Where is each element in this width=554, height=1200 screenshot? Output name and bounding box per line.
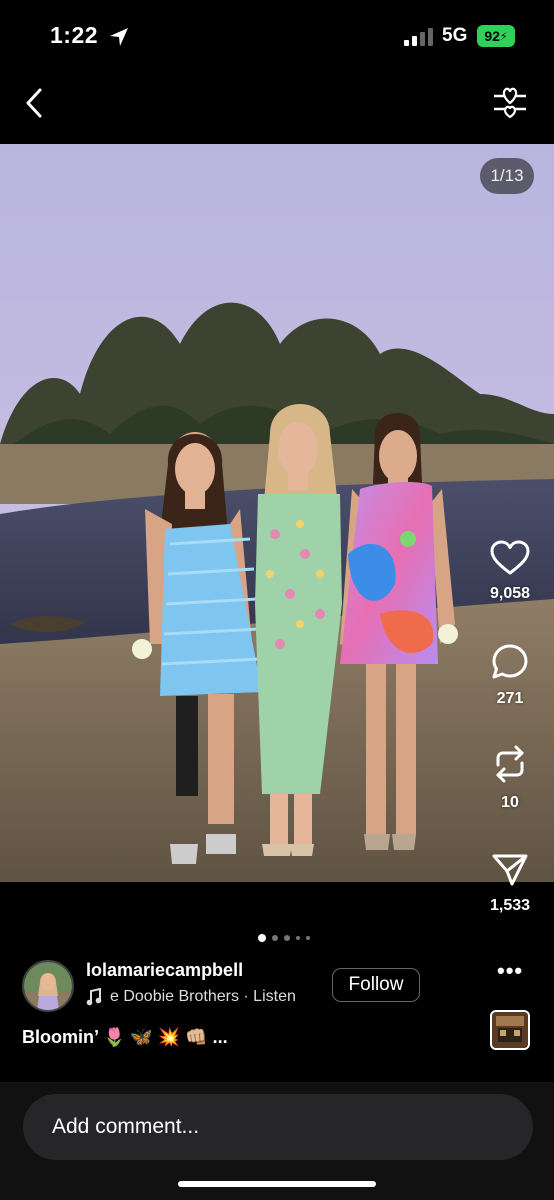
back-chevron-icon (26, 88, 42, 118)
heart-icon (490, 540, 530, 575)
comment-button[interactable]: 271 (480, 643, 540, 708)
image-counter: 1/13 (480, 158, 534, 194)
repost-icon (496, 745, 524, 783)
follow-button[interactable]: Follow (332, 968, 420, 1002)
comment-count: 271 (496, 690, 524, 707)
back-button[interactable] (20, 86, 50, 120)
location-arrow-icon (108, 26, 130, 48)
signal-icon (404, 28, 434, 51)
share-icon (492, 854, 528, 886)
carousel-dots (258, 934, 310, 942)
more-icon[interactable]: ••• (497, 958, 523, 984)
username[interactable]: lolamariecampbell (86, 960, 243, 981)
avatar[interactable] (22, 960, 74, 1012)
carousel-dot (284, 935, 290, 941)
carousel-dot (272, 935, 278, 941)
music-row[interactable]: e Doobie Brothers · Listen (86, 988, 316, 1006)
network-label: 5G (442, 25, 468, 46)
post-caption[interactable]: Bloomin’ 🌷 🦋 💥 👊🏼 ... (22, 1027, 228, 1048)
share-count: 1,533 (489, 897, 531, 914)
post-photo[interactable] (0, 144, 554, 882)
filter-button[interactable] (490, 84, 530, 122)
like-button[interactable]: 9,058 (480, 540, 540, 603)
comment-icon (492, 644, 528, 679)
carousel-dot (258, 934, 266, 942)
status-time: 1:22 (50, 22, 99, 48)
music-thumbnail[interactable] (490, 1010, 530, 1050)
comment-input[interactable]: Add comment... (23, 1094, 533, 1160)
battery-indicator: 92 ⚡ (477, 25, 515, 47)
repost-count: 10 (501, 794, 519, 811)
repost-button[interactable]: 10 (480, 743, 540, 812)
share-button[interactable]: 1,533 (480, 852, 540, 915)
carousel-dot (306, 936, 310, 940)
music-label: e Doobie Brothers · Listen (110, 988, 296, 1005)
home-indicator (178, 1181, 376, 1187)
music-note-icon (86, 988, 102, 1006)
like-count: 9,058 (489, 585, 531, 602)
carousel-dot (296, 936, 300, 940)
filter-icon (494, 87, 526, 119)
battery-level: 92 (484, 28, 500, 44)
